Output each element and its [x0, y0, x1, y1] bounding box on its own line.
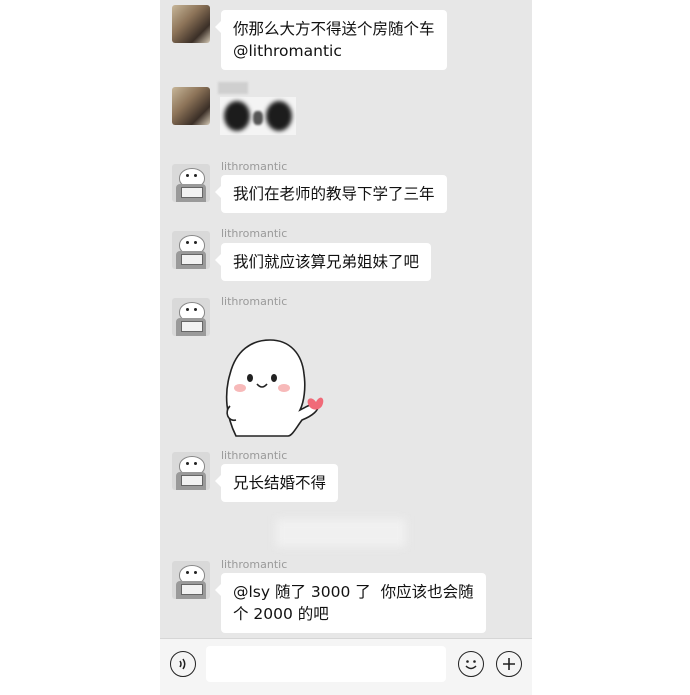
- avatar[interactable]: [172, 561, 210, 599]
- voice-icon[interactable]: [170, 651, 196, 677]
- chat-window: 你那么大方不得送个房随个车 @lithromantic lithromantic…: [160, 0, 532, 695]
- message-bubble[interactable]: 你那么大方不得送个房随个车 @lithromantic: [215, 10, 447, 70]
- emoji-icon[interactable]: [458, 651, 484, 677]
- smiling-blob-heart-sticker[interactable]: [222, 336, 332, 441]
- message-bubble[interactable]: 我们就应该算兄弟姐妹了吧: [214, 243, 432, 281]
- sender-name: lithromantic: [221, 295, 288, 308]
- sender-name: lithromantic: [221, 227, 288, 240]
- message-bubble[interactable]: 兄长结婚不得: [214, 464, 339, 502]
- avatar[interactable]: [172, 298, 210, 336]
- sender-name: lithromantic: [221, 160, 288, 173]
- avatar[interactable]: [172, 87, 210, 125]
- avatar[interactable]: [172, 164, 210, 202]
- avatar[interactable]: [172, 5, 210, 43]
- sender-name: lithromantic: [221, 449, 288, 462]
- avatar[interactable]: [172, 231, 210, 269]
- plus-icon[interactable]: [496, 651, 522, 677]
- blurred-face-sticker[interactable]: [220, 97, 296, 135]
- message-input[interactable]: [206, 646, 446, 682]
- message-bubble[interactable]: @lsy 随了 3000 了 你应该也会随 个 2000 的吧: [215, 573, 486, 633]
- sender-name-blurred: [218, 82, 248, 94]
- input-bar: [160, 638, 532, 695]
- message-bubble[interactable]: 我们在老师的教导下学了三年: [215, 175, 447, 213]
- avatar[interactable]: [172, 452, 210, 490]
- blurred-system-notice: [276, 519, 406, 547]
- message-list[interactable]: 你那么大方不得送个房随个车 @lithromantic lithromantic…: [160, 0, 532, 638]
- sender-name: lithromantic: [221, 558, 288, 571]
